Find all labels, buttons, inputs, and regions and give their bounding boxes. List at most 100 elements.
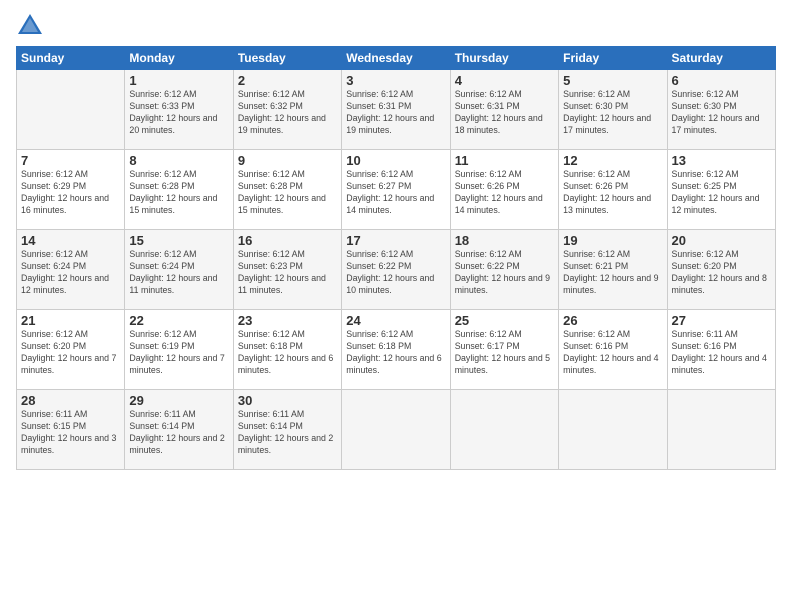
calendar-day-7: 7Sunrise: 6:12 AMSunset: 6:29 PMDaylight… (17, 150, 125, 230)
calendar-day-14: 14Sunrise: 6:12 AMSunset: 6:24 PMDayligh… (17, 230, 125, 310)
day-number: 22 (129, 313, 228, 328)
day-info: Sunrise: 6:12 AMSunset: 6:21 PMDaylight:… (563, 249, 662, 297)
day-number: 8 (129, 153, 228, 168)
day-info: Sunrise: 6:11 AMSunset: 6:16 PMDaylight:… (672, 329, 771, 377)
day-info: Sunrise: 6:12 AMSunset: 6:31 PMDaylight:… (346, 89, 445, 137)
page: SundayMondayTuesdayWednesdayThursdayFrid… (0, 0, 792, 612)
day-number: 25 (455, 313, 554, 328)
day-number: 23 (238, 313, 337, 328)
day-info: Sunrise: 6:12 AMSunset: 6:28 PMDaylight:… (238, 169, 337, 217)
day-number: 14 (21, 233, 120, 248)
day-info: Sunrise: 6:12 AMSunset: 6:31 PMDaylight:… (455, 89, 554, 137)
day-number: 18 (455, 233, 554, 248)
calendar-header-sunday: Sunday (17, 47, 125, 70)
day-number: 10 (346, 153, 445, 168)
calendar-day-3: 3Sunrise: 6:12 AMSunset: 6:31 PMDaylight… (342, 70, 450, 150)
logo-icon (16, 12, 44, 40)
day-info: Sunrise: 6:12 AMSunset: 6:24 PMDaylight:… (21, 249, 120, 297)
calendar-table: SundayMondayTuesdayWednesdayThursdayFrid… (16, 46, 776, 470)
calendar-day-24: 24Sunrise: 6:12 AMSunset: 6:18 PMDayligh… (342, 310, 450, 390)
day-info: Sunrise: 6:12 AMSunset: 6:30 PMDaylight:… (563, 89, 662, 137)
day-number: 27 (672, 313, 771, 328)
day-number: 9 (238, 153, 337, 168)
calendar-week-row: 1Sunrise: 6:12 AMSunset: 6:33 PMDaylight… (17, 70, 776, 150)
day-number: 29 (129, 393, 228, 408)
day-info: Sunrise: 6:12 AMSunset: 6:27 PMDaylight:… (346, 169, 445, 217)
day-info: Sunrise: 6:12 AMSunset: 6:16 PMDaylight:… (563, 329, 662, 377)
day-number: 3 (346, 73, 445, 88)
calendar-day-1: 1Sunrise: 6:12 AMSunset: 6:33 PMDaylight… (125, 70, 233, 150)
calendar-day-19: 19Sunrise: 6:12 AMSunset: 6:21 PMDayligh… (559, 230, 667, 310)
day-info: Sunrise: 6:12 AMSunset: 6:30 PMDaylight:… (672, 89, 771, 137)
day-number: 26 (563, 313, 662, 328)
day-info: Sunrise: 6:12 AMSunset: 6:20 PMDaylight:… (672, 249, 771, 297)
calendar-day-2: 2Sunrise: 6:12 AMSunset: 6:32 PMDaylight… (233, 70, 341, 150)
day-number: 21 (21, 313, 120, 328)
calendar-week-row: 28Sunrise: 6:11 AMSunset: 6:15 PMDayligh… (17, 390, 776, 470)
calendar-day-22: 22Sunrise: 6:12 AMSunset: 6:19 PMDayligh… (125, 310, 233, 390)
day-info: Sunrise: 6:12 AMSunset: 6:17 PMDaylight:… (455, 329, 554, 377)
day-number: 28 (21, 393, 120, 408)
calendar-header-wednesday: Wednesday (342, 47, 450, 70)
day-number: 6 (672, 73, 771, 88)
calendar-header-tuesday: Tuesday (233, 47, 341, 70)
calendar-day-4: 4Sunrise: 6:12 AMSunset: 6:31 PMDaylight… (450, 70, 558, 150)
day-info: Sunrise: 6:11 AMSunset: 6:14 PMDaylight:… (129, 409, 228, 457)
calendar-day-empty (17, 70, 125, 150)
day-number: 13 (672, 153, 771, 168)
calendar-header-monday: Monday (125, 47, 233, 70)
calendar-header-thursday: Thursday (450, 47, 558, 70)
day-info: Sunrise: 6:12 AMSunset: 6:23 PMDaylight:… (238, 249, 337, 297)
day-number: 4 (455, 73, 554, 88)
calendar-day-empty (342, 390, 450, 470)
day-number: 30 (238, 393, 337, 408)
day-info: Sunrise: 6:12 AMSunset: 6:25 PMDaylight:… (672, 169, 771, 217)
day-number: 11 (455, 153, 554, 168)
day-info: Sunrise: 6:11 AMSunset: 6:15 PMDaylight:… (21, 409, 120, 457)
day-info: Sunrise: 6:12 AMSunset: 6:18 PMDaylight:… (238, 329, 337, 377)
calendar-day-20: 20Sunrise: 6:12 AMSunset: 6:20 PMDayligh… (667, 230, 775, 310)
day-info: Sunrise: 6:12 AMSunset: 6:28 PMDaylight:… (129, 169, 228, 217)
calendar-header-friday: Friday (559, 47, 667, 70)
day-number: 1 (129, 73, 228, 88)
day-info: Sunrise: 6:12 AMSunset: 6:32 PMDaylight:… (238, 89, 337, 137)
calendar-day-21: 21Sunrise: 6:12 AMSunset: 6:20 PMDayligh… (17, 310, 125, 390)
day-number: 15 (129, 233, 228, 248)
calendar-day-23: 23Sunrise: 6:12 AMSunset: 6:18 PMDayligh… (233, 310, 341, 390)
calendar-day-12: 12Sunrise: 6:12 AMSunset: 6:26 PMDayligh… (559, 150, 667, 230)
calendar-week-row: 7Sunrise: 6:12 AMSunset: 6:29 PMDaylight… (17, 150, 776, 230)
calendar-day-17: 17Sunrise: 6:12 AMSunset: 6:22 PMDayligh… (342, 230, 450, 310)
calendar-week-row: 21Sunrise: 6:12 AMSunset: 6:20 PMDayligh… (17, 310, 776, 390)
calendar-day-28: 28Sunrise: 6:11 AMSunset: 6:15 PMDayligh… (17, 390, 125, 470)
calendar-day-13: 13Sunrise: 6:12 AMSunset: 6:25 PMDayligh… (667, 150, 775, 230)
day-number: 17 (346, 233, 445, 248)
day-info: Sunrise: 6:12 AMSunset: 6:19 PMDaylight:… (129, 329, 228, 377)
day-number: 19 (563, 233, 662, 248)
calendar-day-30: 30Sunrise: 6:11 AMSunset: 6:14 PMDayligh… (233, 390, 341, 470)
day-info: Sunrise: 6:12 AMSunset: 6:29 PMDaylight:… (21, 169, 120, 217)
logo (16, 12, 48, 40)
calendar-day-16: 16Sunrise: 6:12 AMSunset: 6:23 PMDayligh… (233, 230, 341, 310)
calendar-day-9: 9Sunrise: 6:12 AMSunset: 6:28 PMDaylight… (233, 150, 341, 230)
calendar-day-6: 6Sunrise: 6:12 AMSunset: 6:30 PMDaylight… (667, 70, 775, 150)
day-info: Sunrise: 6:12 AMSunset: 6:26 PMDaylight:… (455, 169, 554, 217)
day-info: Sunrise: 6:12 AMSunset: 6:18 PMDaylight:… (346, 329, 445, 377)
calendar-day-empty (559, 390, 667, 470)
calendar-day-5: 5Sunrise: 6:12 AMSunset: 6:30 PMDaylight… (559, 70, 667, 150)
day-number: 2 (238, 73, 337, 88)
calendar-day-empty (667, 390, 775, 470)
calendar-day-18: 18Sunrise: 6:12 AMSunset: 6:22 PMDayligh… (450, 230, 558, 310)
calendar-day-27: 27Sunrise: 6:11 AMSunset: 6:16 PMDayligh… (667, 310, 775, 390)
day-info: Sunrise: 6:11 AMSunset: 6:14 PMDaylight:… (238, 409, 337, 457)
day-number: 7 (21, 153, 120, 168)
day-number: 12 (563, 153, 662, 168)
calendar-day-15: 15Sunrise: 6:12 AMSunset: 6:24 PMDayligh… (125, 230, 233, 310)
day-number: 20 (672, 233, 771, 248)
header (16, 12, 776, 40)
calendar-day-26: 26Sunrise: 6:12 AMSunset: 6:16 PMDayligh… (559, 310, 667, 390)
calendar-day-8: 8Sunrise: 6:12 AMSunset: 6:28 PMDaylight… (125, 150, 233, 230)
day-number: 16 (238, 233, 337, 248)
calendar-day-25: 25Sunrise: 6:12 AMSunset: 6:17 PMDayligh… (450, 310, 558, 390)
calendar-day-empty (450, 390, 558, 470)
day-info: Sunrise: 6:12 AMSunset: 6:22 PMDaylight:… (346, 249, 445, 297)
